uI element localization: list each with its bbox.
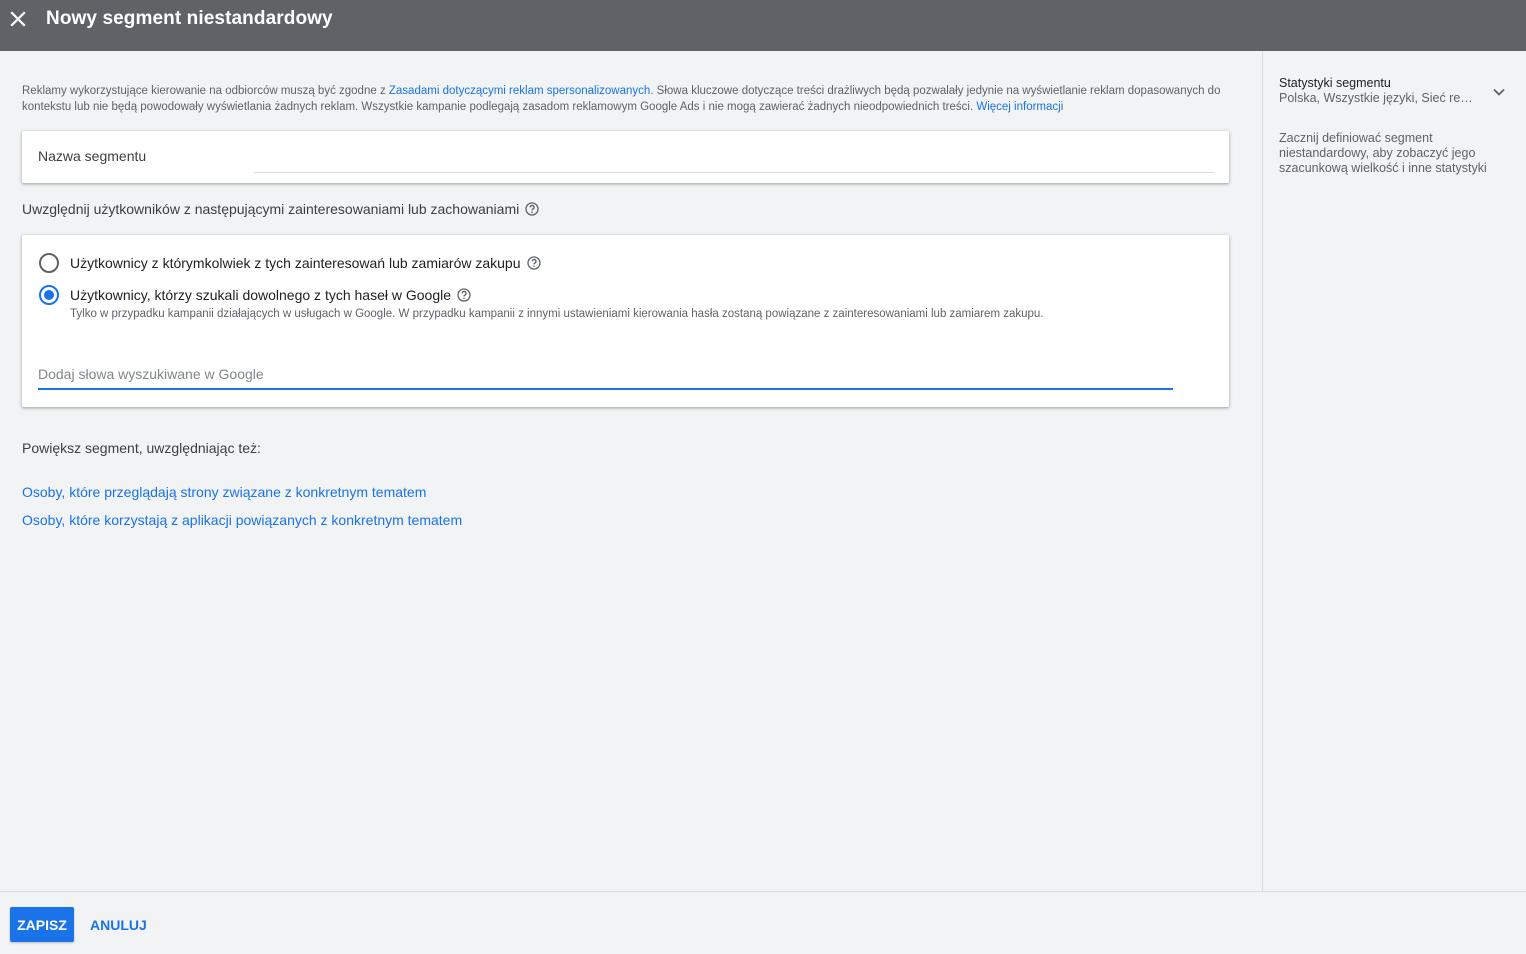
personalized-ads-policy-link[interactable]: Zasadami dotyczącymi reklam spersonalizo… <box>389 85 650 97</box>
include-users-label: Uwzględnij użytkowników z następującymi … <box>22 201 539 217</box>
radio-label-searched: Użytkownicy, którzy szukali dowolnego z … <box>70 287 452 303</box>
segment-name-label: Nazwa segmentu <box>38 148 147 164</box>
radio-option-interests[interactable]: Użytkownicy z którymkolwiek z tych zaint… <box>39 253 541 273</box>
radio-label-interests: Użytkownicy z którymkolwiek z tych zaint… <box>70 255 521 271</box>
help-icon[interactable] <box>526 256 541 270</box>
segment-name-card: Nazwa segmentu <box>22 131 1229 183</box>
save-button[interactable]: ZAPISZ <box>10 907 74 942</box>
stats-title: Statystyki segmentu <box>1279 76 1391 90</box>
policy-text-part-1: Reklamy wykorzystujące kierowanie na odb… <box>22 85 389 97</box>
searched-terms-note: Tylko w przypadku kampanii działających … <box>70 308 1044 320</box>
chevron-down-icon[interactable] <box>1491 84 1507 100</box>
topic-apps-link[interactable]: Osoby, które korzystają z aplikacji powi… <box>22 512 462 528</box>
help-icon[interactable] <box>457 288 471 302</box>
dialog-header: Nowy segment niestandardowy <box>0 0 1526 51</box>
expand-segment-label: Powiększ segment, uwzględniając też: <box>22 440 261 456</box>
learn-more-link[interactable]: Więcej informacji <box>976 101 1063 113</box>
stats-description: Zacznij definiować segment niestandardow… <box>1279 131 1487 175</box>
segment-name-input[interactable] <box>254 142 1214 173</box>
topic-websites-link[interactable]: Osoby, które przeglądają strony związane… <box>22 484 426 500</box>
keyword-search-input[interactable] <box>38 359 1173 390</box>
dialog-footer: ZAPISZ ANULUJ <box>0 891 1526 954</box>
targeting-options-card: Użytkownicy z którymkolwiek z tych zaint… <box>22 235 1229 407</box>
radio-option-searched[interactable]: Użytkownicy, którzy szukali dowolnego z … <box>39 285 471 305</box>
policy-notice: Reklamy wykorzystujące kierowanie na odb… <box>22 83 1232 115</box>
include-users-label-text: Uwzględnij użytkowników z następującymi … <box>22 201 520 217</box>
help-icon[interactable] <box>525 202 539 216</box>
main-panel: Reklamy wykorzystujące kierowanie na odb… <box>0 51 1262 891</box>
stats-subtitle: Polska, Wszystkie języki, Sieć rekl… <box>1279 91 1475 105</box>
radio-button-interests[interactable] <box>39 253 59 273</box>
stats-header[interactable]: Statystyki segmentu Polska, Wszystkie ję… <box>1279 76 1511 105</box>
close-icon <box>10 11 26 27</box>
cancel-button[interactable]: ANULUJ <box>82 907 155 942</box>
segment-stats-panel: Statystyki segmentu Polska, Wszystkie ję… <box>1262 51 1526 891</box>
page-title: Nowy segment niestandardowy <box>46 8 333 29</box>
radio-button-searched[interactable] <box>39 285 59 305</box>
close-button[interactable] <box>0 1 36 37</box>
